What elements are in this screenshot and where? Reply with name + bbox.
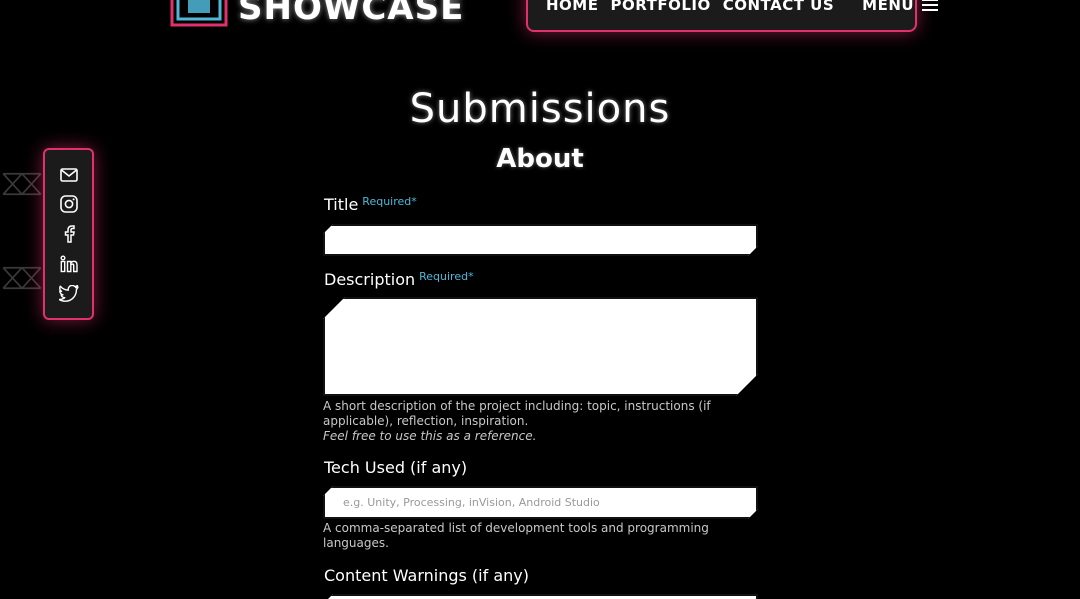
tech-label: Tech Used (if any) bbox=[324, 458, 468, 477]
description-required-badge: Required* bbox=[419, 270, 474, 283]
nav-home[interactable]: HOME bbox=[546, 0, 598, 14]
tech-field-wrapper bbox=[323, 486, 758, 519]
description-field-wrapper bbox=[323, 297, 758, 396]
truss-decoration bbox=[2, 172, 42, 196]
tech-input[interactable] bbox=[325, 488, 756, 517]
menu-label: MENU bbox=[862, 0, 915, 14]
logo-text: SHOWCASE bbox=[238, 0, 465, 28]
page-title: Submissions bbox=[409, 86, 671, 132]
content-warnings-field-wrapper bbox=[323, 594, 758, 599]
facebook-icon[interactable] bbox=[59, 224, 79, 244]
instagram-icon[interactable] bbox=[59, 194, 79, 214]
nav-contact-us[interactable]: CONTACT US bbox=[723, 0, 834, 14]
title-label: Title Required* bbox=[324, 195, 417, 214]
linkedin-icon[interactable] bbox=[59, 254, 79, 274]
site-logo[interactable]: SHOWCASE bbox=[170, 0, 464, 28]
content-warnings-label: Content Warnings (if any) bbox=[324, 566, 529, 585]
title-field-wrapper bbox=[323, 224, 758, 256]
menu-button[interactable]: MENU bbox=[862, 0, 939, 14]
title-required-badge: Required* bbox=[362, 195, 417, 208]
twitter-icon[interactable] bbox=[58, 283, 79, 303]
description-help-italic: Feel free to use this as a reference. bbox=[323, 429, 537, 443]
nav-portfolio[interactable]: PORTFOLIO bbox=[610, 0, 710, 14]
description-help: A short description of the project inclu… bbox=[323, 399, 711, 428]
description-label-text: Description bbox=[324, 270, 416, 289]
logo-mark-icon bbox=[170, 0, 230, 27]
truss-decoration bbox=[2, 266, 42, 290]
description-help-text: A short description of the project inclu… bbox=[323, 399, 743, 444]
top-navigation: HOME PORTFOLIO CONTACT US MENU bbox=[526, 0, 939, 32]
description-textarea[interactable] bbox=[325, 299, 756, 394]
title-label-text: Title bbox=[324, 195, 359, 214]
title-input[interactable] bbox=[325, 226, 756, 254]
tech-help-text: A comma-separated list of development to… bbox=[323, 521, 709, 550]
section-title: About bbox=[496, 144, 584, 174]
description-label: Description Required* bbox=[324, 270, 474, 289]
hamburger-icon bbox=[922, 0, 939, 11]
